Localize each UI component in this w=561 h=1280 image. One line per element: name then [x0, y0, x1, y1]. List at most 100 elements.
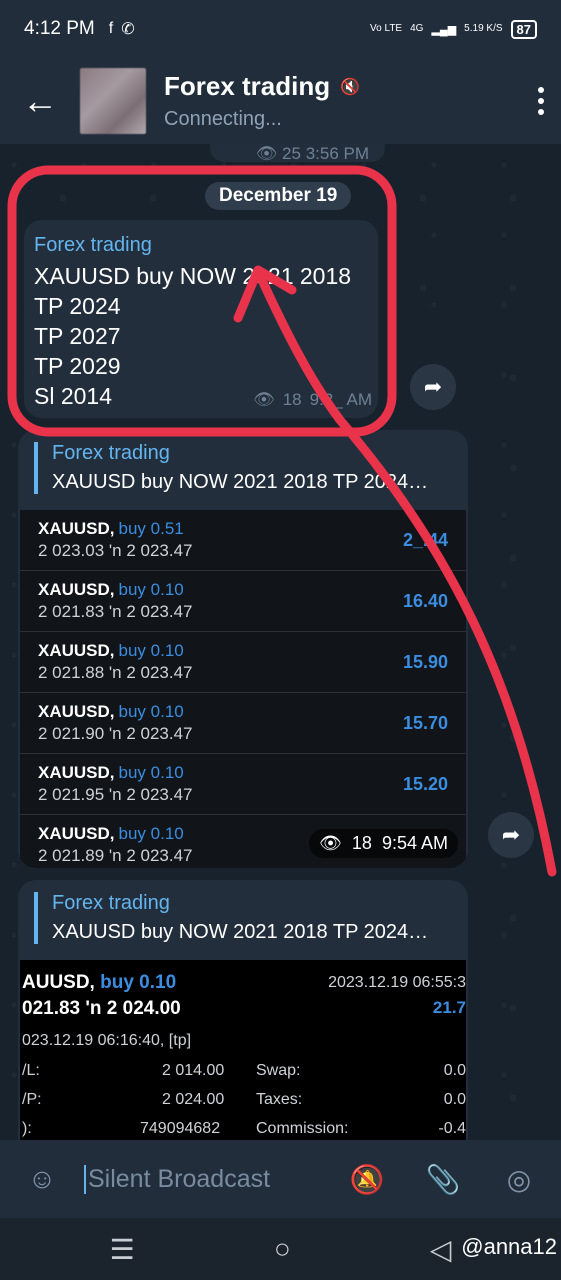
- network-gen: 4G: [410, 23, 424, 34]
- trade-pnl: 15.70: [402, 713, 448, 733]
- detail-value: 2 024.00: [162, 1091, 225, 1108]
- trade-symbol: XAUUSD,: [38, 824, 115, 843]
- trade-symbol: XAUUSD,: [38, 763, 115, 782]
- input-actions: 🔕 📎 ◎: [343, 1163, 543, 1196]
- system-nav-bar: ☰ ○ ◁ @anna12: [0, 1218, 561, 1280]
- trade-row: XAUUSD, buy 0.10 2 021.83 'n 2 023.47 16.…: [20, 571, 466, 632]
- net-speed: 5.19 K/S: [464, 23, 503, 34]
- message-views: 18: [351, 833, 372, 853]
- attach-icon[interactable]: 📎: [419, 1163, 467, 1196]
- message-meta: 👁 18 9:2_ AM: [253, 390, 372, 410]
- reply-text: XAUUSD buy NOW 2021 2018 TP 2024…: [52, 921, 429, 943]
- trade-direction: buy 0.10: [118, 702, 184, 721]
- trade-direction: buy 0.10: [118, 763, 184, 782]
- status-bar: 4:12 PM f ✆ Vo LTE 4G ▂▄▆ 5.19 K/S 87: [0, 0, 561, 58]
- chat-title: Forex trading: [164, 71, 331, 101]
- trade-prices: 2 023.03 'n 2 023.47: [38, 541, 193, 560]
- battery-level: 87: [510, 19, 537, 39]
- trade-detail-screenshot[interactable]: AUUSD, buy 0.10 021.83 'n 2 024.00 2023.…: [20, 960, 466, 1140]
- prev-views: 25: [282, 144, 301, 163]
- more-menu-icon[interactable]: [521, 87, 561, 115]
- chat-title-row: Forex trading 🔇: [164, 71, 360, 102]
- reply-quote[interactable]: Forex trading XAUUSD buy NOW 2021 2018 T…: [34, 892, 452, 944]
- message-meta: 👁 18 9:54 AM: [309, 829, 458, 858]
- trade-pnl: 2_.44: [402, 530, 448, 550]
- detail-key: Commission:: [256, 1120, 349, 1137]
- trades-screenshot[interactable]: XAUUSD, buy 0.51 2 023.03 'n 2 023.47 2_.…: [20, 510, 466, 868]
- prev-time: 3:56 PM: [305, 144, 369, 163]
- trade-pnl: 15.20: [402, 774, 448, 794]
- message-bubble[interactable]: Forex trading XAUUSD buy NOW 2021 2018 T…: [18, 430, 468, 868]
- message-sender: Forex trading: [34, 234, 152, 256]
- eye-icon: 👁: [253, 390, 275, 409]
- detail-value: 749094682: [140, 1120, 221, 1137]
- message-views: 18: [282, 390, 302, 409]
- eye-icon: 👁: [319, 833, 342, 853]
- trade-prices: 2 021.88 'n 2 023.47: [38, 663, 193, 682]
- detail-direction: buy 0.10: [100, 972, 177, 993]
- recent-apps-icon[interactable]: ☰: [110, 1233, 135, 1266]
- eye-icon: 👁: [255, 144, 278, 163]
- message-input[interactable]: Silent Broadcast: [84, 1164, 270, 1194]
- trade-pnl: 16.40: [402, 591, 448, 611]
- reply-text: XAUUSD buy NOW 2021 2018 TP 2024…: [52, 471, 429, 493]
- status-right: Vo LTE 4G ▂▄▆ 5.19 K/S 87: [370, 19, 537, 39]
- chat-header: ← Forex trading 🔇 Connecting...: [0, 58, 561, 144]
- channel-avatar[interactable]: [80, 68, 146, 134]
- back-icon[interactable]: ◁: [430, 1233, 452, 1266]
- muted-icon: 🔇: [340, 78, 361, 96]
- detail-close-time: 2023.12.19 06:55:3: [328, 974, 466, 991]
- trade-direction: buy 0.10: [118, 580, 184, 599]
- detail-row: ): 749094682 Commission: -0.4: [22, 1120, 466, 1140]
- trade-row: XAUUSD, buy 0.10 2 021.90 'n 2 023.47 15.…: [20, 693, 466, 754]
- facebook-icon: f: [108, 20, 114, 37]
- trade-direction: buy 0.51: [118, 519, 184, 538]
- message-bubble[interactable]: Forex trading XAUUSD buy NOW 2021 2018 T…: [18, 880, 468, 1140]
- previous-message-tail: 👁 25 3:56 PM: [210, 144, 385, 163]
- emoji-icon[interactable]: ☺: [18, 1163, 66, 1195]
- date-separator: December 19: [205, 182, 352, 210]
- share-arrow-icon[interactable]: ➦: [410, 364, 456, 410]
- camera-icon[interactable]: ◎: [495, 1163, 543, 1196]
- detail-key: Swap:: [256, 1062, 301, 1079]
- message-bubble[interactable]: Forex trading XAUUSD buy NOW 2021 2018 T…: [24, 220, 378, 418]
- trade-prices: 2 021.90 'n 2 023.47: [38, 724, 193, 743]
- detail-key: ):: [22, 1120, 32, 1137]
- whatsapp-icon: ✆: [121, 21, 135, 38]
- trade-symbol: XAUUSD,: [38, 519, 115, 538]
- detail-value: 0.0: [443, 1091, 466, 1108]
- trade-row: XAUUSD, buy 0.10 2 021.88 'n 2 023.47 15.…: [20, 632, 466, 693]
- trade-prices: 2 021.95 'n 2 023.47: [38, 785, 193, 804]
- detail-symbol: AUUSD,: [22, 972, 95, 993]
- back-arrow-icon[interactable]: ←: [0, 80, 80, 122]
- trade-direction: buy 0.10: [118, 641, 184, 660]
- trade-pnl: 15.90: [402, 652, 448, 672]
- message-input-bar: ☺ Silent Broadcast 🔕 📎 ◎: [0, 1140, 561, 1218]
- reply-sender: Forex trading: [52, 442, 170, 464]
- detail-value: -0.4: [438, 1120, 466, 1137]
- chat-titles[interactable]: Forex trading 🔇 Connecting...: [164, 71, 360, 131]
- message-time: 9:2_ AM: [309, 390, 372, 409]
- detail-key: /P:: [22, 1091, 42, 1108]
- volte-indicator: Vo LTE: [370, 23, 403, 34]
- message-text: XAUUSD buy NOW 2021 2018 TP 2024 TP 2027…: [34, 263, 352, 409]
- trade-symbol: XAUUSD,: [38, 702, 115, 721]
- message-time: 9:54 AM: [381, 833, 448, 853]
- reply-sender: Forex trading: [52, 892, 170, 914]
- detail-profit: 21.7: [432, 998, 466, 1017]
- trade-direction: buy 0.10: [118, 824, 184, 843]
- trade-row: XAUUSD, buy 0.10 2 021.95 'n 2 023.47 15.…: [20, 754, 466, 815]
- watermark: @anna12: [461, 1234, 557, 1259]
- share-arrow-icon[interactable]: ➦: [488, 812, 534, 858]
- trade-row: XAUUSD, buy 0.51 2 023.03 'n 2 023.47 2_.…: [20, 510, 466, 571]
- detail-value: 2 014.00: [162, 1062, 225, 1079]
- detail-prices: 021.83 'n 2 024.00: [22, 998, 181, 1019]
- reply-quote[interactable]: Forex trading XAUUSD buy NOW 2021 2018 T…: [34, 442, 452, 494]
- chat-area[interactable]: 👁 25 3:56 PM December 19 Forex trading X…: [0, 144, 561, 1140]
- home-icon[interactable]: ○: [274, 1233, 291, 1265]
- bell-off-icon[interactable]: 🔕: [343, 1163, 391, 1196]
- signal-icon: ▂▄▆: [431, 23, 457, 36]
- trade-prices: 2 021.83 'n 2 023.47: [38, 602, 193, 621]
- detail-open-time: 023.12.19 06:16:40, [tp]: [22, 1032, 192, 1049]
- detail-row: /L: 2 014.00 Swap: 0.0: [22, 1062, 466, 1084]
